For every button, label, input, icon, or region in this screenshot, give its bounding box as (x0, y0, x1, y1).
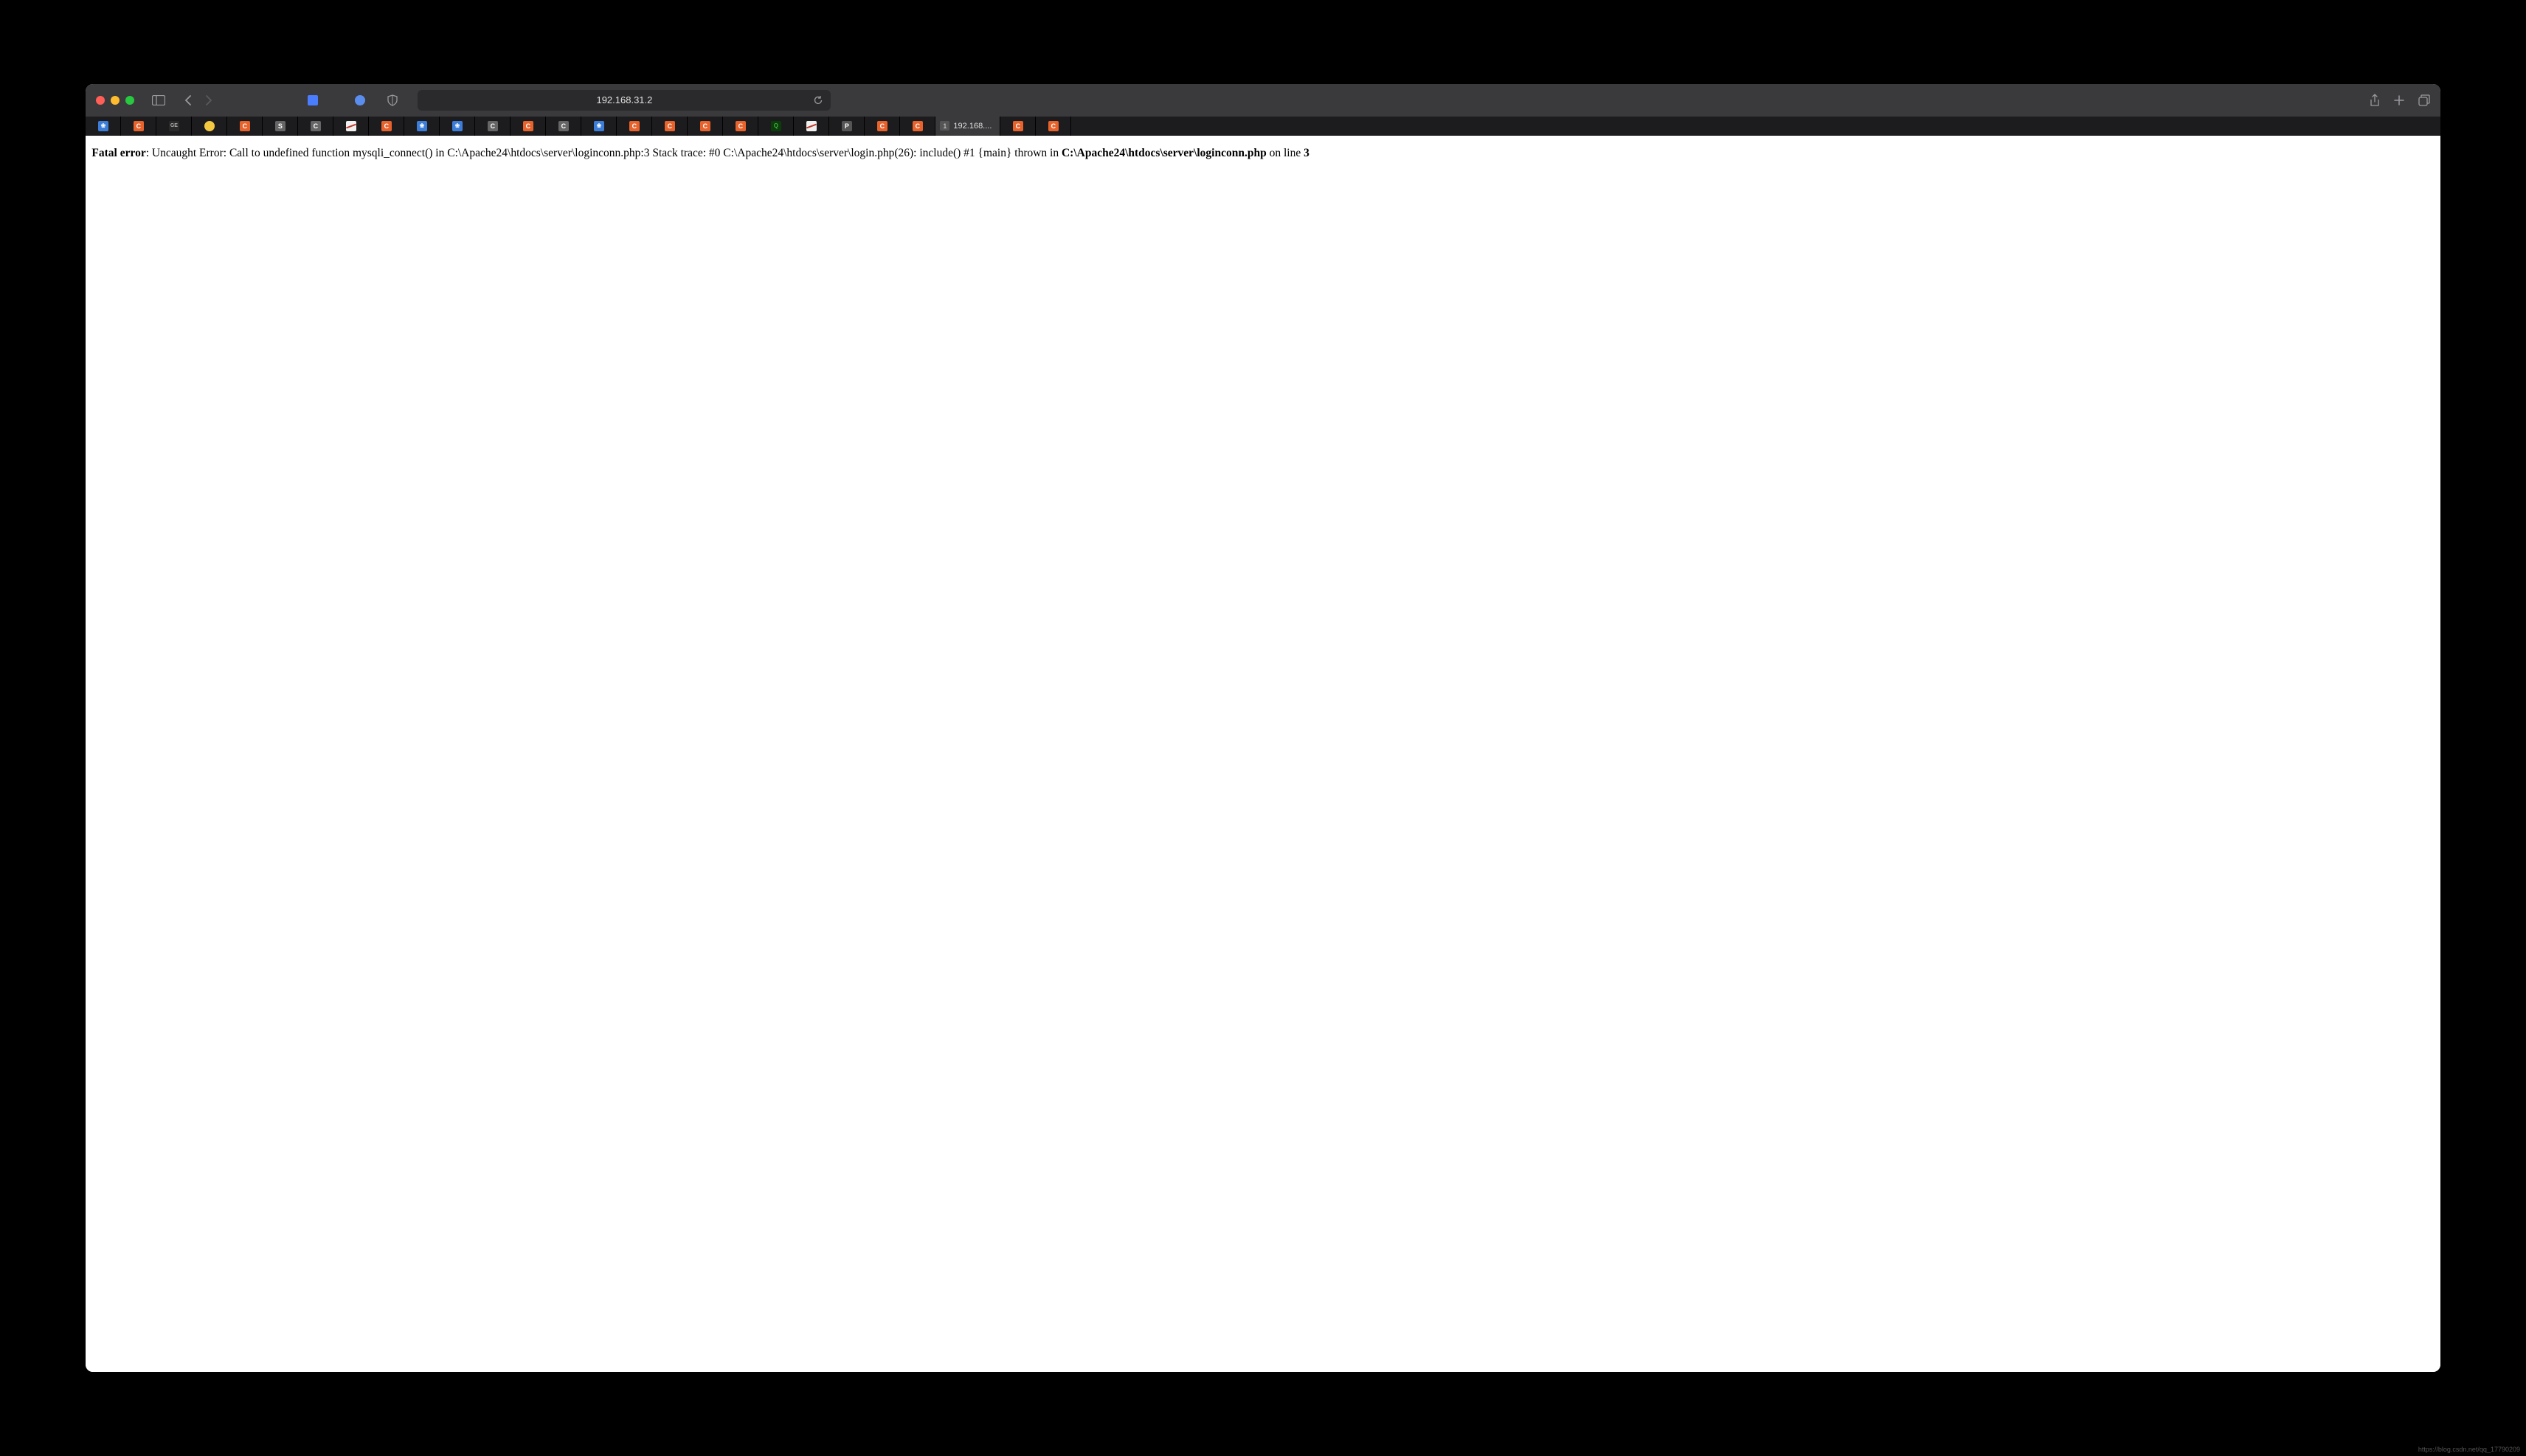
favicon-c: C (700, 121, 710, 131)
share-button[interactable] (2370, 94, 2380, 107)
favicon-dark: GE (169, 121, 179, 131)
browser-window: 192.168.31.2 ❀ C GE C S C C ❀ ❀ C C C ❀ C C C C (86, 84, 2440, 1373)
tabs-overview-button[interactable] (2418, 94, 2430, 106)
favicon-c: C (381, 121, 392, 131)
tab-active-label: 192.168.... (953, 122, 992, 131)
reload-button[interactable] (813, 95, 823, 105)
error-text: Uncaught Error: Call to undefined functi… (152, 147, 1062, 159)
tab-18[interactable]: C (723, 117, 758, 136)
right-toolbar (2370, 94, 2430, 107)
cat-icon (308, 95, 318, 105)
tab-12[interactable]: C (511, 117, 546, 136)
favicon-c-grey: C (311, 121, 321, 131)
favicon-yellow (204, 121, 215, 131)
tab-3[interactable] (192, 117, 227, 136)
tab-10[interactable]: ❀ (440, 117, 475, 136)
watermark: https://blog.csdn.net/qq_17790209 (2418, 1446, 2520, 1453)
forward-button[interactable] (205, 94, 212, 106)
tab-16[interactable]: C (652, 117, 688, 136)
tab-0[interactable]: ❀ (86, 117, 121, 136)
tab-6[interactable]: C (298, 117, 333, 136)
favicon-c-grey: C (488, 121, 498, 131)
tab-2[interactable]: GE (156, 117, 192, 136)
tab-1[interactable]: C (121, 117, 156, 136)
favicon-blue: ❀ (452, 121, 463, 131)
tab-after-0[interactable]: C (1000, 117, 1036, 136)
new-tab-button[interactable] (2393, 94, 2405, 106)
tab-after-1[interactable]: C (1036, 117, 1071, 136)
tab-7[interactable] (333, 117, 369, 136)
favicon-s: S (275, 121, 286, 131)
reload-icon (813, 95, 823, 105)
titlebar: 192.168.31.2 (86, 84, 2440, 117)
tab-19[interactable]: Q (758, 117, 794, 136)
favicon-blue: ❀ (594, 121, 604, 131)
traffic-lights (96, 96, 134, 105)
favicon-c: C (877, 121, 887, 131)
sidebar-icon (152, 95, 165, 105)
favicon-white (346, 121, 356, 131)
favicon-p: P (842, 121, 852, 131)
extension-icon-1[interactable] (307, 94, 319, 106)
close-button[interactable] (96, 96, 105, 105)
tab-20[interactable] (794, 117, 829, 136)
address-bar[interactable]: 192.168.31.2 (418, 90, 831, 111)
extension-icon-2[interactable] (354, 94, 366, 106)
favicon-blue: ❀ (98, 121, 108, 131)
page-content: Fatal error: Uncaught Error: Call to und… (86, 136, 2440, 1373)
tab-9[interactable]: ❀ (404, 117, 440, 136)
nav-arrows (184, 94, 212, 106)
tab-15[interactable]: C (617, 117, 652, 136)
tab-22[interactable]: C (865, 117, 900, 136)
favicon-c: C (240, 121, 250, 131)
favicon-c: C (1013, 121, 1023, 131)
privacy-shield-button[interactable] (387, 94, 398, 106)
sidebar-toggle-button[interactable] (152, 95, 165, 105)
favicon-c: C (736, 121, 746, 131)
shield-icon (387, 94, 398, 106)
favicon-c: C (1048, 121, 1059, 131)
favicon-c: C (913, 121, 923, 131)
address-text: 192.168.31.2 (596, 94, 652, 105)
tab-8[interactable]: C (369, 117, 404, 136)
favicon-blue: ❀ (417, 121, 427, 131)
circle-icon (355, 95, 365, 105)
tab-21[interactable]: P (829, 117, 865, 136)
toolbar-icons (307, 94, 398, 106)
favicon-c-grey: C (558, 121, 569, 131)
favicon-c: C (629, 121, 640, 131)
error-line: 3 (1304, 147, 1309, 159)
tab-4[interactable]: C (227, 117, 263, 136)
tab-17[interactable]: C (688, 117, 723, 136)
favicon-c: C (134, 121, 144, 131)
error-message: Fatal error: Uncaught Error: Call to und… (91, 146, 2434, 162)
favicon-green: Q (771, 121, 781, 131)
tab-23[interactable]: C (900, 117, 935, 136)
tabbar: ❀ C GE C S C C ❀ ❀ C C C ❀ C C C C Q P C C 1 192.168.... C C (86, 117, 2440, 136)
tab-13[interactable]: C (546, 117, 581, 136)
back-button[interactable] (184, 94, 192, 106)
tab-count-badge: 1 (940, 121, 949, 131)
tab-11[interactable]: C (475, 117, 511, 136)
maximize-button[interactable] (125, 96, 134, 105)
error-prefix: Fatal error (91, 147, 145, 159)
tab-5[interactable]: S (263, 117, 298, 136)
favicon-white (806, 121, 817, 131)
favicon-c: C (523, 121, 533, 131)
favicon-c: C (665, 121, 675, 131)
error-file: C:\Apache24\htdocs\server\loginconn.php (1062, 147, 1267, 159)
tab-14[interactable]: ❀ (581, 117, 617, 136)
tab-active[interactable]: 1 192.168.... (935, 117, 1000, 136)
minimize-button[interactable] (111, 96, 120, 105)
